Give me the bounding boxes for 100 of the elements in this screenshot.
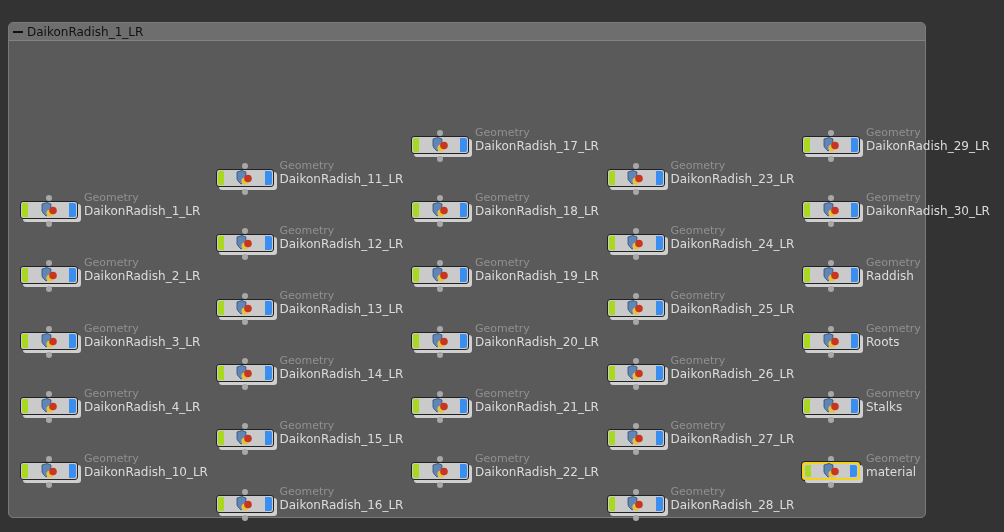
output-connector[interactable] xyxy=(828,156,834,162)
shield-spheres-icon xyxy=(235,234,253,251)
output-connector[interactable] xyxy=(828,351,834,358)
input-connector[interactable] xyxy=(632,227,639,234)
input-connector[interactable] xyxy=(241,293,248,299)
input-connector[interactable] xyxy=(241,162,248,169)
input-connector[interactable] xyxy=(828,260,834,267)
node[interactable] xyxy=(411,136,469,154)
input-connector[interactable] xyxy=(437,195,443,202)
output-connector[interactable] xyxy=(437,221,443,228)
input-connector[interactable] xyxy=(828,325,834,332)
output-connector[interactable] xyxy=(632,514,639,521)
node-name: DaikonRadish_11_LR xyxy=(279,171,404,186)
output-connector[interactable] xyxy=(46,416,52,423)
node[interactable] xyxy=(215,429,274,448)
input-connector[interactable] xyxy=(241,227,248,234)
node-name: DaikonRadish_14_LR xyxy=(279,367,404,382)
input-connector[interactable] xyxy=(632,293,639,299)
node-name: Roots xyxy=(866,334,900,349)
node[interactable] xyxy=(802,331,860,350)
shield-spheres-icon xyxy=(821,463,840,479)
node-name: DaikonRadish_22_LR xyxy=(475,465,599,479)
node[interactable] xyxy=(20,266,78,285)
node[interactable] xyxy=(802,136,860,154)
output-connector[interactable] xyxy=(241,449,248,456)
output-connector[interactable] xyxy=(241,319,248,325)
output-connector[interactable] xyxy=(437,482,443,488)
input-connector[interactable] xyxy=(241,423,248,430)
input-connector[interactable] xyxy=(437,260,443,267)
input-connector[interactable] xyxy=(828,130,834,136)
output-connector[interactable] xyxy=(46,221,52,228)
input-connector[interactable] xyxy=(632,488,639,495)
output-connector[interactable] xyxy=(632,449,639,456)
output-connector[interactable] xyxy=(46,286,52,293)
node[interactable] xyxy=(20,396,78,415)
output-connector[interactable] xyxy=(828,482,834,488)
output-connector[interactable] xyxy=(437,156,443,162)
node-name: DaikonRadish_15_LR xyxy=(279,432,404,447)
output-connector[interactable] xyxy=(632,319,639,325)
input-connector[interactable] xyxy=(437,456,443,462)
input-connector[interactable] xyxy=(437,130,443,136)
input-connector[interactable] xyxy=(828,390,834,397)
node[interactable] xyxy=(606,233,665,252)
input-connector[interactable] xyxy=(632,162,639,169)
output-connector[interactable] xyxy=(46,482,52,488)
shield-spheres-icon xyxy=(430,267,449,284)
node[interactable] xyxy=(606,168,665,187)
node[interactable] xyxy=(411,331,469,350)
node[interactable] xyxy=(215,299,274,317)
output-connector[interactable] xyxy=(437,286,443,293)
output-connector[interactable] xyxy=(828,221,834,228)
node[interactable] xyxy=(606,494,665,513)
input-connector[interactable] xyxy=(241,488,248,495)
node[interactable] xyxy=(411,266,469,285)
node[interactable] xyxy=(215,233,274,252)
input-connector[interactable] xyxy=(437,325,443,332)
input-connector[interactable] xyxy=(46,260,52,267)
output-connector[interactable] xyxy=(828,416,834,423)
output-connector[interactable] xyxy=(828,286,834,293)
node-name: DaikonRadish_19_LR xyxy=(475,269,599,284)
node[interactable] xyxy=(802,266,860,285)
output-connector[interactable] xyxy=(632,384,639,391)
node[interactable] xyxy=(215,364,274,383)
node-name: DaikonRadish_10_LR xyxy=(84,465,208,479)
output-connector[interactable] xyxy=(241,514,248,521)
node[interactable] xyxy=(606,429,665,448)
node[interactable] xyxy=(606,364,665,383)
shield-spheres-icon xyxy=(430,397,449,414)
input-connector[interactable] xyxy=(632,358,639,365)
shield-spheres-icon xyxy=(430,137,449,153)
node-name: DaikonRadish_29_LR xyxy=(866,139,990,153)
node[interactable] xyxy=(606,299,665,317)
node[interactable] xyxy=(802,396,860,415)
shield-spheres-icon xyxy=(39,463,58,479)
node[interactable] xyxy=(215,494,274,513)
input-connector[interactable] xyxy=(632,423,639,430)
input-connector[interactable] xyxy=(46,195,52,202)
input-connector[interactable] xyxy=(46,390,52,397)
output-connector[interactable] xyxy=(241,384,248,391)
output-connector[interactable] xyxy=(632,253,639,260)
node[interactable] xyxy=(20,201,78,220)
input-connector[interactable] xyxy=(46,456,52,462)
node[interactable] xyxy=(411,396,469,415)
output-connector[interactable] xyxy=(437,351,443,358)
shield-spheres-icon xyxy=(39,267,58,284)
output-connector[interactable] xyxy=(437,416,443,423)
node[interactable] xyxy=(215,168,274,187)
input-connector[interactable] xyxy=(828,195,834,202)
output-connector[interactable] xyxy=(632,188,639,195)
node[interactable] xyxy=(20,462,78,480)
node[interactable] xyxy=(20,331,78,350)
node[interactable] xyxy=(411,462,469,480)
input-connector[interactable] xyxy=(46,325,52,332)
node[interactable] xyxy=(411,201,469,220)
output-connector[interactable] xyxy=(241,253,248,260)
node[interactable] xyxy=(802,201,860,220)
input-connector[interactable] xyxy=(437,390,443,397)
output-connector[interactable] xyxy=(241,188,248,195)
output-connector[interactable] xyxy=(46,351,52,358)
input-connector[interactable] xyxy=(241,358,248,365)
